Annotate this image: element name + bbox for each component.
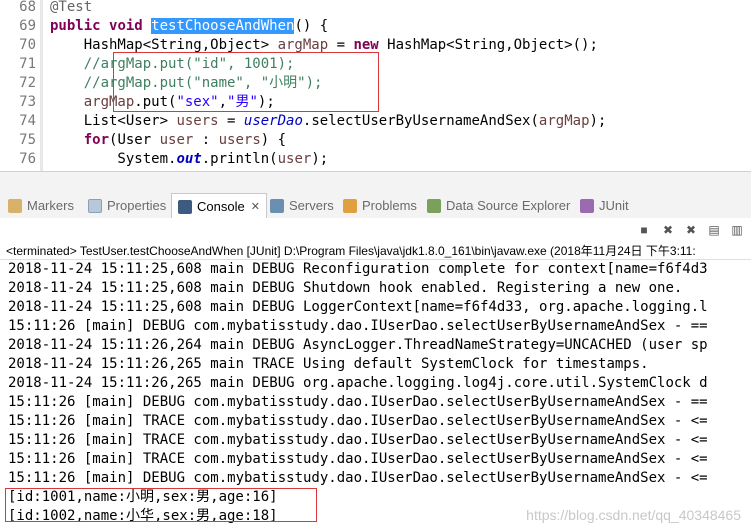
tab-label: Markers [27,198,74,213]
log-line: 15:11:26 [main] TRACE com.mybatisstudy.d… [8,432,708,448]
log-line: 2018-11-24 15:11:25,608 main DEBUG Recon… [8,261,708,277]
code-editor[interactable]: 68 @Test 69 public void testChooseAndWhen()… [0,0,751,171]
log-line: 2018-11-24 15:11:26,265 main TRACE Using… [8,356,649,372]
code-text: @Test [50,0,92,17]
code-text: List<User> users = userDao.selectUserByU… [50,112,607,131]
line-number: 76 [19,151,36,167]
console-icon [178,199,192,214]
code-text: System.out.println(user); [50,150,328,169]
line-number: 68 [19,0,36,15]
code-token: out [176,151,202,167]
tab-markers[interactable]: Markers [8,193,74,218]
code-token: userDao [243,113,303,129]
selected-token: testChooseAndWhen [151,18,295,34]
line-number: 70 [19,37,36,53]
code-text: for(User user : users) { [50,131,286,150]
code-token: user [159,132,194,148]
tab-console[interactable]: Console ✕ [171,193,267,219]
code-token: argMap [277,37,329,53]
console-status: <terminated> TestUser.testChooseAndWhen … [6,244,696,258]
line-number: 69 [19,18,36,34]
code-token: for [83,132,110,148]
tab-data-source-explorer[interactable]: Data Source Explorer [427,193,570,218]
result-highlight-box [5,488,317,522]
tab-label: Properties [107,198,167,213]
code-token: @Test [50,0,93,15]
code-line[interactable]: 74 List<User> users = userDao.selectUser… [0,112,751,131]
code-token: user [277,151,312,167]
code-line[interactable]: 75 for(User user : users) { [0,131,751,150]
console-toolbar: ■ ✖ ✖ ▤ ▥ [0,218,751,242]
scroll-lock-icon[interactable]: ▥ [730,223,744,237]
log-line: 2018-11-24 15:11:25,608 main DEBUG Shutd… [8,280,683,296]
code-token: .println( [201,151,278,167]
problems-icon [343,198,357,213]
code-token: () { [294,18,329,34]
code-text: public void testChooseAndWhen() { [50,17,328,36]
code-token: = [328,37,354,53]
code-token: List<User> [50,113,177,129]
log-line: 15:11:26 [main] DEBUG com.mybatisstudy.d… [8,470,708,486]
tab-properties[interactable]: Properties [88,193,166,218]
junit-icon [580,198,594,213]
log-line: 15:11:26 [main] TRACE com.mybatisstudy.d… [8,451,708,467]
code-token: ); [311,151,329,167]
code-line[interactable]: 68 @Test [0,0,751,17]
remove-launch-icon[interactable]: ✖ [661,223,675,237]
tab-servers[interactable]: Servers [270,193,334,218]
code-token: HashMap<String,Object> [50,37,278,53]
code-token: new [353,37,379,53]
log-line: 15:11:26 [main] DEBUG com.mybatisstudy.d… [8,394,708,410]
code-token: argMap [538,113,590,129]
code-token: public [50,18,101,34]
code-token: ) { [260,132,287,148]
tab-label: Data Source Explorer [446,198,571,213]
log-line: 2018-11-24 15:11:26,265 main DEBUG org.a… [8,375,708,391]
code-line[interactable]: 69 public void testChooseAndWhen() { [0,17,751,36]
console-output[interactable]: 2018-11-24 15:11:25,608 main DEBUG Recon… [0,259,751,531]
view-tab-bar: Markers Properties Console ✕ Servers Pro… [0,193,751,219]
servers-icon [270,198,284,213]
tab-label: JUnit [599,198,629,213]
code-line[interactable]: 76 System.out.println(user); [0,150,751,169]
code-token: (User [109,132,160,148]
log-line: 2018-11-24 15:11:25,608 main DEBUG Logge… [8,299,708,315]
tab-label: Console [197,199,245,214]
line-number: 75 [19,132,36,148]
watermark: https://blog.csdn.net/qq_40348465 [526,507,741,523]
code-token: users [218,132,261,148]
clear-console-icon[interactable]: ▤ [707,223,721,237]
close-icon[interactable]: ✕ [251,200,260,213]
properties-icon [88,198,102,213]
log-line: 2018-11-24 15:11:26,264 main DEBUG Async… [8,337,708,353]
terminate-icon[interactable]: ■ [637,223,651,237]
code-token: ); [589,113,607,129]
line-number: 71 [19,56,36,72]
line-number: 73 [19,94,36,110]
code-token: = [218,113,244,129]
view-sash[interactable] [0,171,751,194]
tab-label: Problems [362,198,417,213]
code-token: .selectUserByUsernameAndSex( [302,113,539,129]
code-token: users [176,113,219,129]
code-token: HashMap<String,Object>(); [378,37,598,53]
tab-problems[interactable]: Problems [343,193,417,218]
markers-icon [8,198,22,213]
tab-junit[interactable]: JUnit [580,193,629,218]
tab-label: Servers [289,198,334,213]
code-token: System. [50,151,177,167]
log-line: 15:11:26 [main] TRACE com.mybatisstudy.d… [8,413,708,429]
code-highlight-box [113,52,379,112]
code-token: void [109,18,143,34]
code-token: : [193,132,219,148]
line-number: 72 [19,75,36,91]
line-number: 74 [19,113,36,129]
remove-all-icon[interactable]: ✖ [684,223,698,237]
log-line: 15:11:26 [main] DEBUG com.mybatisstudy.d… [8,318,708,334]
data-source-explorer-icon [427,198,441,213]
